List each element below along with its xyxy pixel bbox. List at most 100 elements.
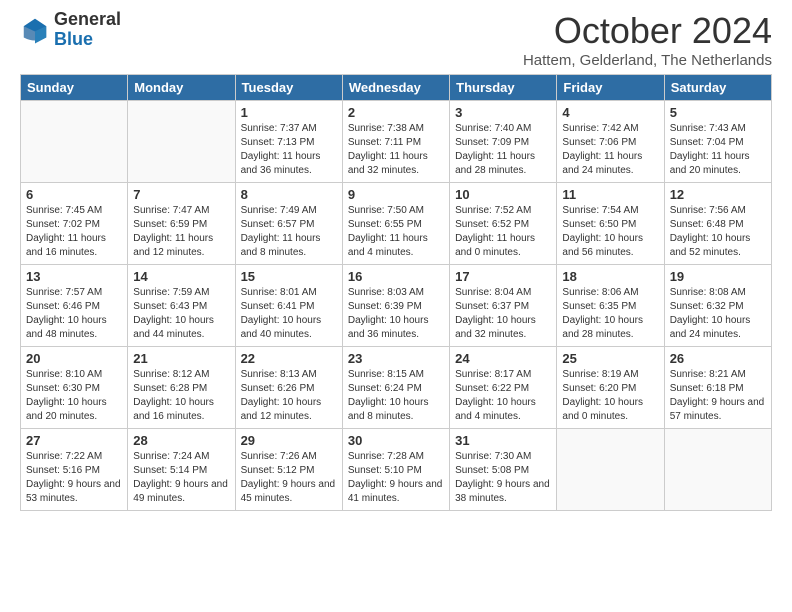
calendar-cell: 13Sunrise: 7:57 AM Sunset: 6:46 PM Dayli… [21,265,128,347]
day-info: Sunrise: 7:57 AM Sunset: 6:46 PM Dayligh… [26,286,122,342]
day-number: 6 [26,187,122,202]
col-header-thursday: Thursday [450,75,557,101]
logo-general: General [54,10,121,30]
day-info: Sunrise: 7:24 AM Sunset: 5:14 PM Dayligh… [133,450,229,506]
calendar-cell: 21 Sunrise: 8:12 AM Sunset: 6:28 PM Dayli… [128,347,235,429]
day-number: 17 [455,269,551,284]
calendar-cell: 20 Sunrise: 8:10 AM Sunset: 6:30 PM Dayli… [21,347,128,429]
calendar-cell: 5Sunrise: 7:43 AM Sunset: 7:04 PM Daylig… [664,101,771,183]
week-row-2: 13Sunrise: 7:57 AM Sunset: 6:46 PM Dayli… [21,265,772,347]
day-info: Sunrise: 7:38 AM Sunset: 7:11 PM Dayligh… [348,122,444,178]
day-info: Sunrise: 8:19 AM Sunset: 6:20 PM Dayligh… [562,368,658,424]
calendar-cell: 4 Sunrise: 7:42 AM Sunset: 7:06 PM Daylig… [557,101,664,183]
day-number: 3 [455,105,551,120]
day-info: Sunrise: 7:59 AM Sunset: 6:43 PM Dayligh… [133,286,229,342]
day-info: Sunrise: 7:42 AM Sunset: 7:06 PM Dayligh… [562,122,658,178]
day-number: 15 [241,269,337,284]
calendar-header-row: SundayMondayTuesdayWednesdayThursdayFrid… [21,75,772,101]
calendar-cell: 31 Sunrise: 7:30 AM Sunset: 5:08 PM Dayli… [450,429,557,511]
day-info: Sunrise: 7:49 AM Sunset: 6:57 PM Dayligh… [241,204,337,260]
day-number: 20 [26,351,122,366]
calendar-cell: 12Sunrise: 7:56 AM Sunset: 6:48 PM Dayli… [664,183,771,265]
day-number: 2 [348,105,444,120]
col-header-monday: Monday [128,75,235,101]
day-number: 11 [562,187,658,202]
title-block: October 2024 Hattem, Gelderland, The Net… [523,10,772,69]
calendar-cell: 26 Sunrise: 8:21 AM Sunset: 6:18 PM Dayli… [664,347,771,429]
col-header-saturday: Saturday [664,75,771,101]
calendar-cell: 30 Sunrise: 7:28 AM Sunset: 5:10 PM Dayli… [342,429,449,511]
day-info: Sunrise: 7:26 AM Sunset: 5:12 PM Dayligh… [241,450,337,506]
calendar-cell [664,429,771,511]
day-number: 10 [455,187,551,202]
day-number: 16 [348,269,444,284]
day-number: 14 [133,269,229,284]
calendar-cell: 1Sunrise: 7:37 AM Sunset: 7:13 PM Daylig… [235,101,342,183]
day-info: Sunrise: 7:30 AM Sunset: 5:08 PM Dayligh… [455,450,551,506]
logo-blue: Blue [54,30,121,50]
day-number: 9 [348,187,444,202]
month-title: October 2024 [523,10,772,52]
day-number: 4 [562,105,658,120]
calendar-cell: 25 Sunrise: 8:19 AM Sunset: 6:20 PM Dayli… [557,347,664,429]
day-number: 27 [26,433,122,448]
calendar-cell [21,101,128,183]
week-row-1: 6Sunrise: 7:45 AM Sunset: 7:02 PM Daylig… [21,183,772,265]
calendar-cell: 7Sunrise: 7:47 AM Sunset: 6:59 PM Daylig… [128,183,235,265]
day-number: 28 [133,433,229,448]
day-number: 29 [241,433,337,448]
logo-text: General Blue [54,10,121,50]
calendar-cell: 14 Sunrise: 7:59 AM Sunset: 6:43 PM Dayli… [128,265,235,347]
calendar-cell: 29 Sunrise: 7:26 AM Sunset: 5:12 PM Dayli… [235,429,342,511]
calendar-cell: 18Sunrise: 8:06 AM Sunset: 6:35 PM Dayli… [557,265,664,347]
calendar-cell: 10 Sunrise: 7:52 AM Sunset: 6:52 PM Dayli… [450,183,557,265]
day-number: 24 [455,351,551,366]
calendar-table: SundayMondayTuesdayWednesdayThursdayFrid… [20,74,772,511]
calendar-cell: 2 Sunrise: 7:38 AM Sunset: 7:11 PM Daylig… [342,101,449,183]
day-info: Sunrise: 8:17 AM Sunset: 6:22 PM Dayligh… [455,368,551,424]
calendar-cell [557,429,664,511]
day-info: Sunrise: 8:21 AM Sunset: 6:18 PM Dayligh… [670,368,766,424]
day-info: Sunrise: 7:52 AM Sunset: 6:52 PM Dayligh… [455,204,551,260]
day-info: Sunrise: 7:56 AM Sunset: 6:48 PM Dayligh… [670,204,766,260]
calendar-cell: 19Sunrise: 8:08 AM Sunset: 6:32 PM Dayli… [664,265,771,347]
day-info: Sunrise: 7:47 AM Sunset: 6:59 PM Dayligh… [133,204,229,260]
day-number: 31 [455,433,551,448]
day-info: Sunrise: 8:04 AM Sunset: 6:37 PM Dayligh… [455,286,551,342]
calendar-cell: 17 Sunrise: 8:04 AM Sunset: 6:37 PM Dayli… [450,265,557,347]
week-row-3: 20 Sunrise: 8:10 AM Sunset: 6:30 PM Dayli… [21,347,772,429]
calendar-cell: 16 Sunrise: 8:03 AM Sunset: 6:39 PM Dayli… [342,265,449,347]
location: Hattem, Gelderland, The Netherlands [523,52,772,69]
calendar-cell: 6Sunrise: 7:45 AM Sunset: 7:02 PM Daylig… [21,183,128,265]
day-info: Sunrise: 8:01 AM Sunset: 6:41 PM Dayligh… [241,286,337,342]
day-info: Sunrise: 8:08 AM Sunset: 6:32 PM Dayligh… [670,286,766,342]
calendar-cell: 22Sunrise: 8:13 AM Sunset: 6:26 PM Dayli… [235,347,342,429]
week-row-0: 1Sunrise: 7:37 AM Sunset: 7:13 PM Daylig… [21,101,772,183]
calendar-cell: 9Sunrise: 7:50 AM Sunset: 6:55 PM Daylig… [342,183,449,265]
day-number: 26 [670,351,766,366]
day-number: 21 [133,351,229,366]
day-info: Sunrise: 7:28 AM Sunset: 5:10 PM Dayligh… [348,450,444,506]
day-number: 23 [348,351,444,366]
day-info: Sunrise: 8:10 AM Sunset: 6:30 PM Dayligh… [26,368,122,424]
calendar-cell: 15 Sunrise: 8:01 AM Sunset: 6:41 PM Dayli… [235,265,342,347]
day-info: Sunrise: 7:54 AM Sunset: 6:50 PM Dayligh… [562,204,658,260]
day-number: 30 [348,433,444,448]
day-info: Sunrise: 7:43 AM Sunset: 7:04 PM Dayligh… [670,122,766,178]
calendar-cell: 8 Sunrise: 7:49 AM Sunset: 6:57 PM Daylig… [235,183,342,265]
day-info: Sunrise: 8:03 AM Sunset: 6:39 PM Dayligh… [348,286,444,342]
calendar-cell [128,101,235,183]
calendar-cell: 24 Sunrise: 8:17 AM Sunset: 6:22 PM Dayli… [450,347,557,429]
calendar-cell: 3Sunrise: 7:40 AM Sunset: 7:09 PM Daylig… [450,101,557,183]
day-number: 22 [241,351,337,366]
week-row-4: 27Sunrise: 7:22 AM Sunset: 5:16 PM Dayli… [21,429,772,511]
calendar-container: SundayMondayTuesdayWednesdayThursdayFrid… [0,74,792,521]
day-info: Sunrise: 8:15 AM Sunset: 6:24 PM Dayligh… [348,368,444,424]
day-info: Sunrise: 8:06 AM Sunset: 6:35 PM Dayligh… [562,286,658,342]
day-info: Sunrise: 8:12 AM Sunset: 6:28 PM Dayligh… [133,368,229,424]
day-number: 8 [241,187,337,202]
day-number: 25 [562,351,658,366]
day-number: 1 [241,105,337,120]
calendar-cell: 23 Sunrise: 8:15 AM Sunset: 6:24 PM Dayli… [342,347,449,429]
calendar-cell: 11 Sunrise: 7:54 AM Sunset: 6:50 PM Dayli… [557,183,664,265]
